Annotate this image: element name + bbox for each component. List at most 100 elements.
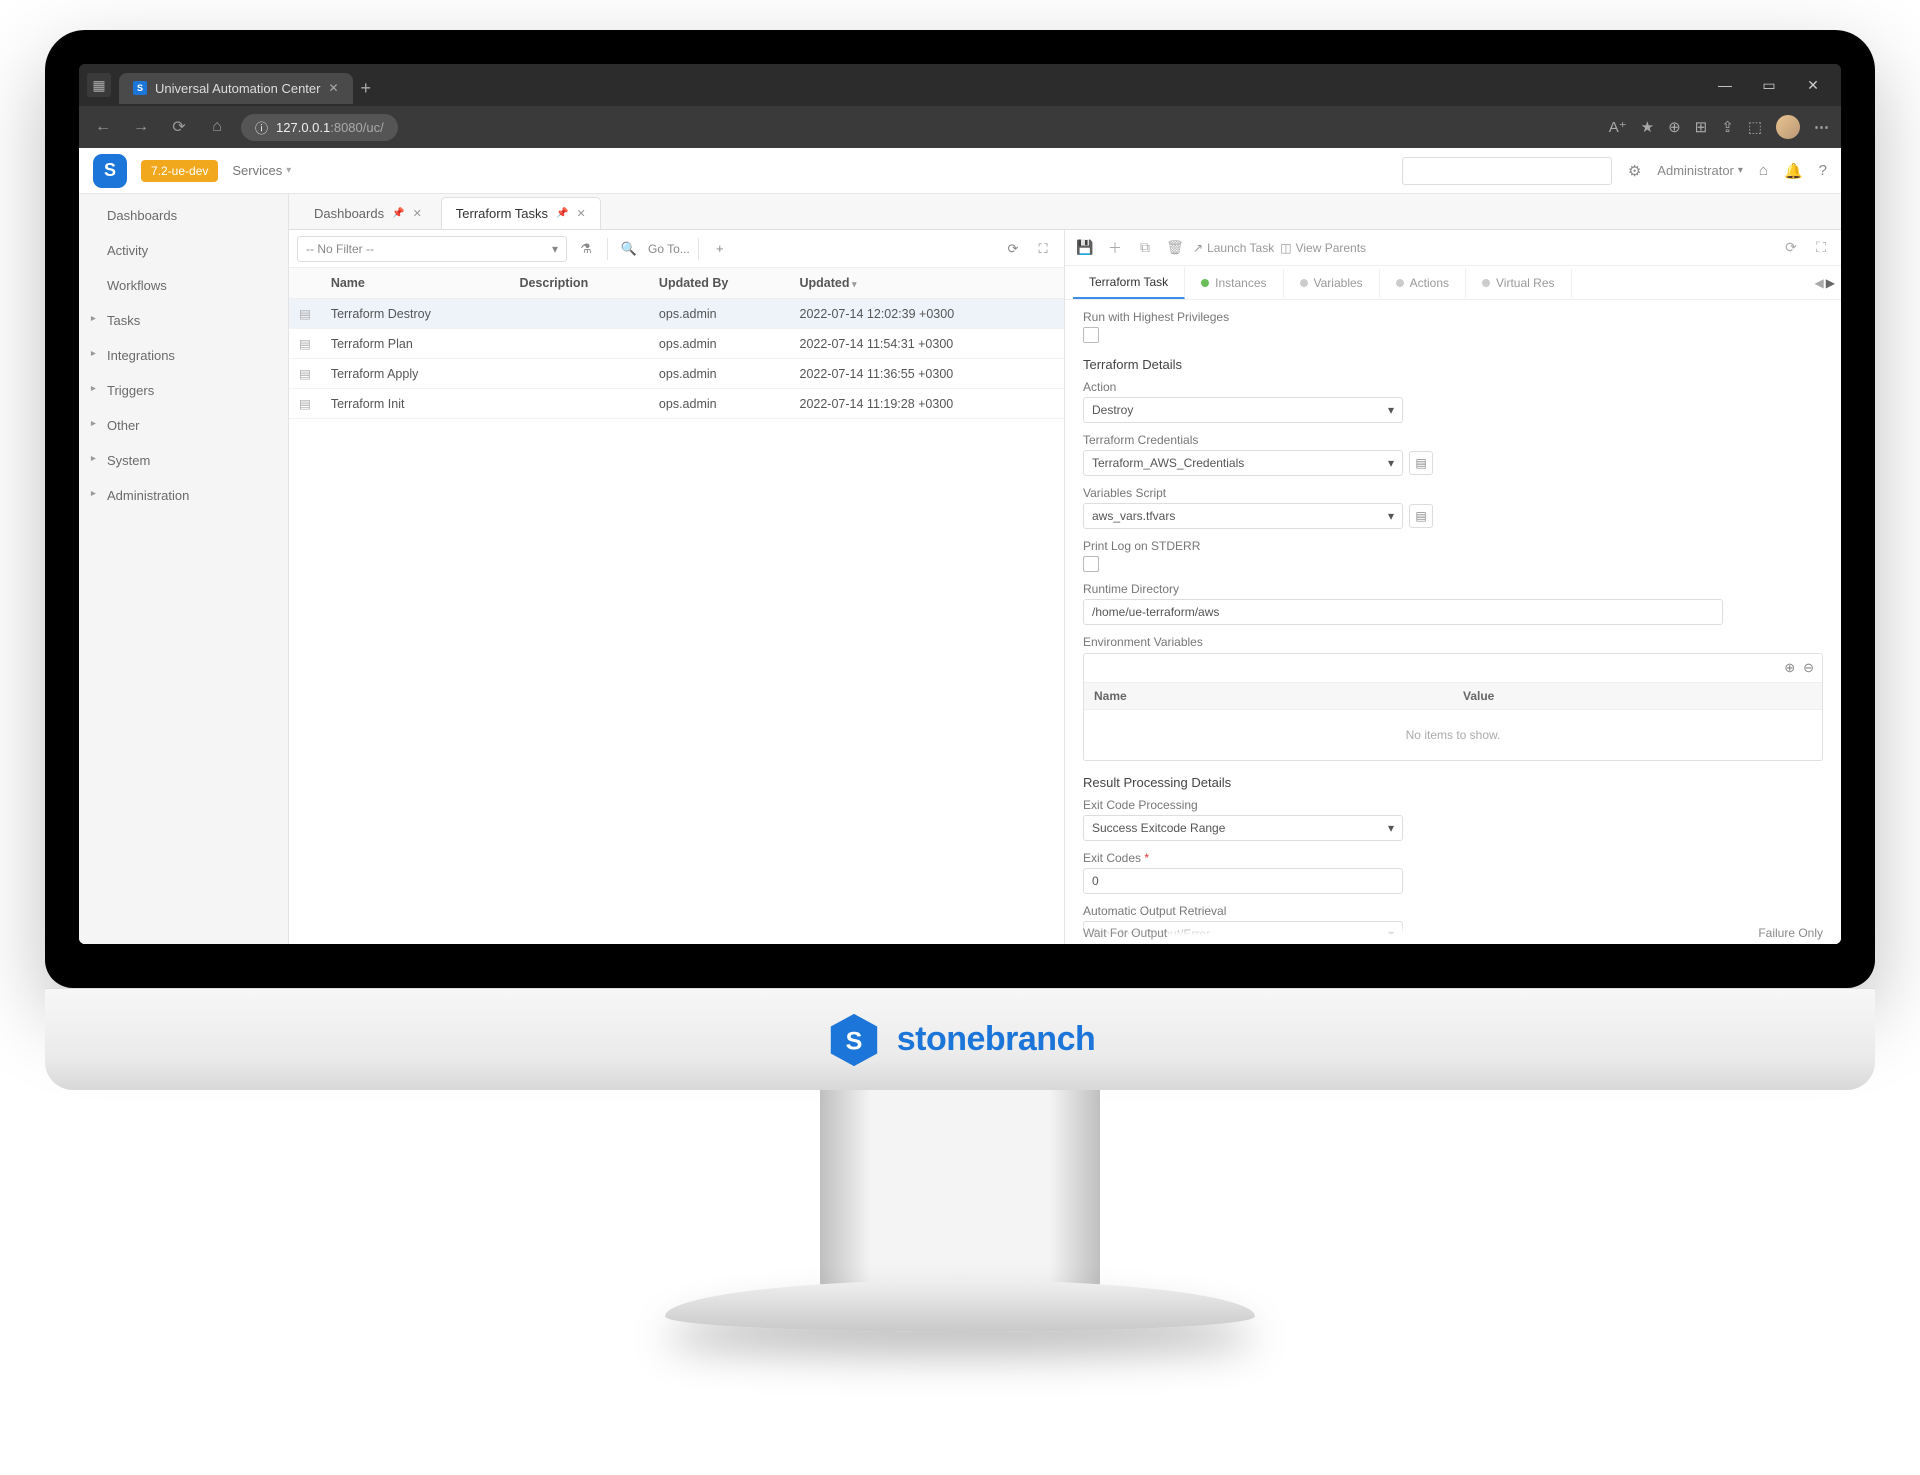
row-type-icon: ▤	[289, 299, 321, 329]
gear-icon[interactable]: ⚙	[1628, 162, 1641, 180]
credentials-details-icon[interactable]: ▤	[1409, 451, 1433, 475]
info-icon: ⓘ	[255, 118, 268, 137]
services-menu[interactable]: Services	[232, 163, 291, 178]
dtab-variables[interactable]: Variables	[1284, 268, 1380, 298]
forward-icon[interactable]: →	[127, 118, 155, 136]
dtab-instances[interactable]: Instances	[1185, 268, 1283, 298]
favorite-icon[interactable]: ★	[1641, 118, 1654, 136]
col-updated[interactable]: Updated	[790, 268, 1065, 299]
extensions-icon[interactable]: ⊞	[1695, 118, 1708, 136]
filter-icon[interactable]: ⚗	[573, 236, 599, 262]
sidebar-item-triggers[interactable]: Triggers	[79, 373, 288, 408]
envvars-remove-icon[interactable]: ⊖	[1803, 660, 1814, 676]
expand-detail-icon[interactable]: ⛶	[1809, 239, 1833, 256]
col-description[interactable]: Description	[509, 268, 648, 299]
new-icon[interactable]: ＋	[1103, 238, 1127, 258]
sidebar-item-other[interactable]: Other	[79, 408, 288, 443]
maximize-icon[interactable]: ▭	[1749, 70, 1789, 100]
launch-task-button[interactable]: ↗Launch Task	[1193, 241, 1274, 255]
sidebar-item-administration[interactable]: Administration	[79, 478, 288, 513]
sidebar-item-integrations[interactable]: Integrations	[79, 338, 288, 373]
filter-placeholder: -- No Filter --	[306, 242, 374, 256]
brand-name: stonebranch	[897, 1020, 1096, 1059]
pin-icon[interactable]: 📌	[556, 208, 568, 219]
close-icon[interactable]: ✕	[576, 207, 585, 220]
help-icon[interactable]: ?	[1819, 162, 1827, 179]
minimize-icon[interactable]: —	[1705, 70, 1745, 100]
failure-only-label: Failure Only	[1758, 926, 1823, 940]
exitcodes-input[interactable]: 0	[1083, 868, 1403, 894]
back-icon[interactable]: ←	[89, 118, 117, 136]
save-icon[interactable]: 💾	[1073, 239, 1097, 256]
credentials-select[interactable]: Terraform_AWS_Credentials▾	[1083, 450, 1403, 476]
varscript-select[interactable]: aws_vars.tfvars▾	[1083, 503, 1403, 529]
col-updated-by[interactable]: Updated By	[649, 268, 790, 299]
tab-terraform-tasks[interactable]: Terraform Tasks 📌 ✕	[441, 197, 601, 229]
delete-icon[interactable]: 🗑	[1163, 239, 1187, 256]
credentials-label: Terraform Credentials	[1083, 433, 1823, 447]
close-icon[interactable]: ✕	[413, 207, 422, 220]
url-input[interactable]: ⓘ 127.0.0.1:8080/uc/	[241, 114, 398, 141]
sidebar-item-activity[interactable]: Activity	[79, 233, 288, 268]
collections-icon[interactable]: ⊕	[1668, 118, 1681, 136]
user-menu[interactable]: Administrator	[1657, 163, 1743, 178]
window-menu-icon[interactable]: ▦	[87, 73, 111, 97]
app-logo[interactable]: S	[93, 154, 127, 188]
home-icon[interactable]: ⌂	[203, 118, 231, 136]
refresh-detail-icon[interactable]: ⟳	[1779, 239, 1803, 256]
profile-avatar[interactable]	[1776, 115, 1800, 139]
exitproc-label: Exit Code Processing	[1083, 798, 1823, 812]
runtime-input[interactable]: /home/ue-terraform/aws	[1083, 599, 1723, 625]
sidebar-item-system[interactable]: System	[79, 443, 288, 478]
browser-tab[interactable]: S Universal Automation Center ✕	[119, 73, 353, 104]
detail-form: Run with Highest Privileges Terraform De…	[1065, 300, 1841, 944]
cell-desc	[509, 299, 648, 329]
task-detail-panel: 💾 ＋ ⧉ 🗑 ↗Launch Task ◫View Parents ⟳ ⛶	[1065, 230, 1841, 944]
dtab-actions[interactable]: Actions	[1380, 268, 1466, 298]
bell-icon[interactable]: 🔔	[1784, 162, 1803, 180]
sidebar-item-tasks[interactable]: Tasks	[79, 303, 288, 338]
detail-tabs: Terraform Task Instances Variables Actio…	[1065, 266, 1841, 300]
varscript-details-icon[interactable]: ▤	[1409, 504, 1433, 528]
action-select[interactable]: Destroy▾	[1083, 397, 1403, 423]
dtab-terraform-task[interactable]: Terraform Task	[1073, 267, 1185, 299]
view-parents-button[interactable]: ◫View Parents	[1280, 241, 1366, 255]
filter-select[interactable]: -- No Filter --▾	[297, 236, 567, 262]
search-icon[interactable]: 🔍	[616, 236, 642, 262]
goto-input[interactable]: Go To...	[648, 242, 690, 256]
dtab-virtual-res[interactable]: Virtual Res	[1466, 268, 1571, 298]
close-window-icon[interactable]: ✕	[1793, 70, 1833, 100]
printlog-checkbox[interactable]	[1083, 556, 1099, 572]
refresh-icon[interactable]: ⟳	[165, 117, 193, 137]
col-name[interactable]: Name	[321, 268, 510, 299]
table-row[interactable]: ▤ Terraform Apply ops.admin 2022-07-14 1…	[289, 359, 1064, 389]
exitproc-select[interactable]: Success Exitcode Range▾	[1083, 815, 1403, 841]
tabs-scroll-left-icon[interactable]: ◀	[1815, 276, 1824, 290]
downloads-icon[interactable]: ⬚	[1748, 118, 1762, 136]
pin-icon[interactable]: 📌	[392, 208, 404, 219]
table-row[interactable]: ▤ Terraform Destroy ops.admin 2022-07-14…	[289, 299, 1064, 329]
search-input[interactable]	[1402, 157, 1612, 185]
add-button[interactable]: +	[707, 236, 733, 262]
runtime-label: Runtime Directory	[1083, 582, 1823, 596]
table-row[interactable]: ▤ Terraform Plan ops.admin 2022-07-14 11…	[289, 329, 1064, 359]
sidebar-item-workflows[interactable]: Workflows	[79, 268, 288, 303]
share-icon[interactable]: ⇪	[1721, 118, 1734, 136]
refresh-list-icon[interactable]: ⟳	[1000, 236, 1026, 262]
sidebar-item-dashboards[interactable]: Dashboards	[79, 198, 288, 233]
cell-updated: 2022-07-14 11:36:55 +0300	[790, 359, 1065, 389]
exitcodes-label: Exit Codes *	[1083, 851, 1823, 865]
close-tab-icon[interactable]: ✕	[328, 81, 338, 95]
new-tab-button[interactable]: +	[361, 78, 372, 99]
envvars-add-icon[interactable]: ⊕	[1784, 660, 1795, 676]
url-path: :8080/uc/	[330, 120, 384, 135]
run-with-checkbox[interactable]	[1083, 327, 1099, 343]
tabs-scroll-right-icon[interactable]: ▶	[1826, 276, 1835, 290]
copy-icon[interactable]: ⧉	[1133, 239, 1157, 256]
tab-dashboards[interactable]: Dashboards 📌 ✕	[299, 197, 437, 229]
reader-icon[interactable]: A⁺	[1609, 118, 1627, 136]
home-app-icon[interactable]: ⌂	[1759, 162, 1768, 179]
more-icon[interactable]: ⋯	[1814, 118, 1831, 136]
table-row[interactable]: ▤ Terraform Init ops.admin 2022-07-14 11…	[289, 389, 1064, 419]
expand-list-icon[interactable]: ⛶	[1030, 236, 1056, 262]
